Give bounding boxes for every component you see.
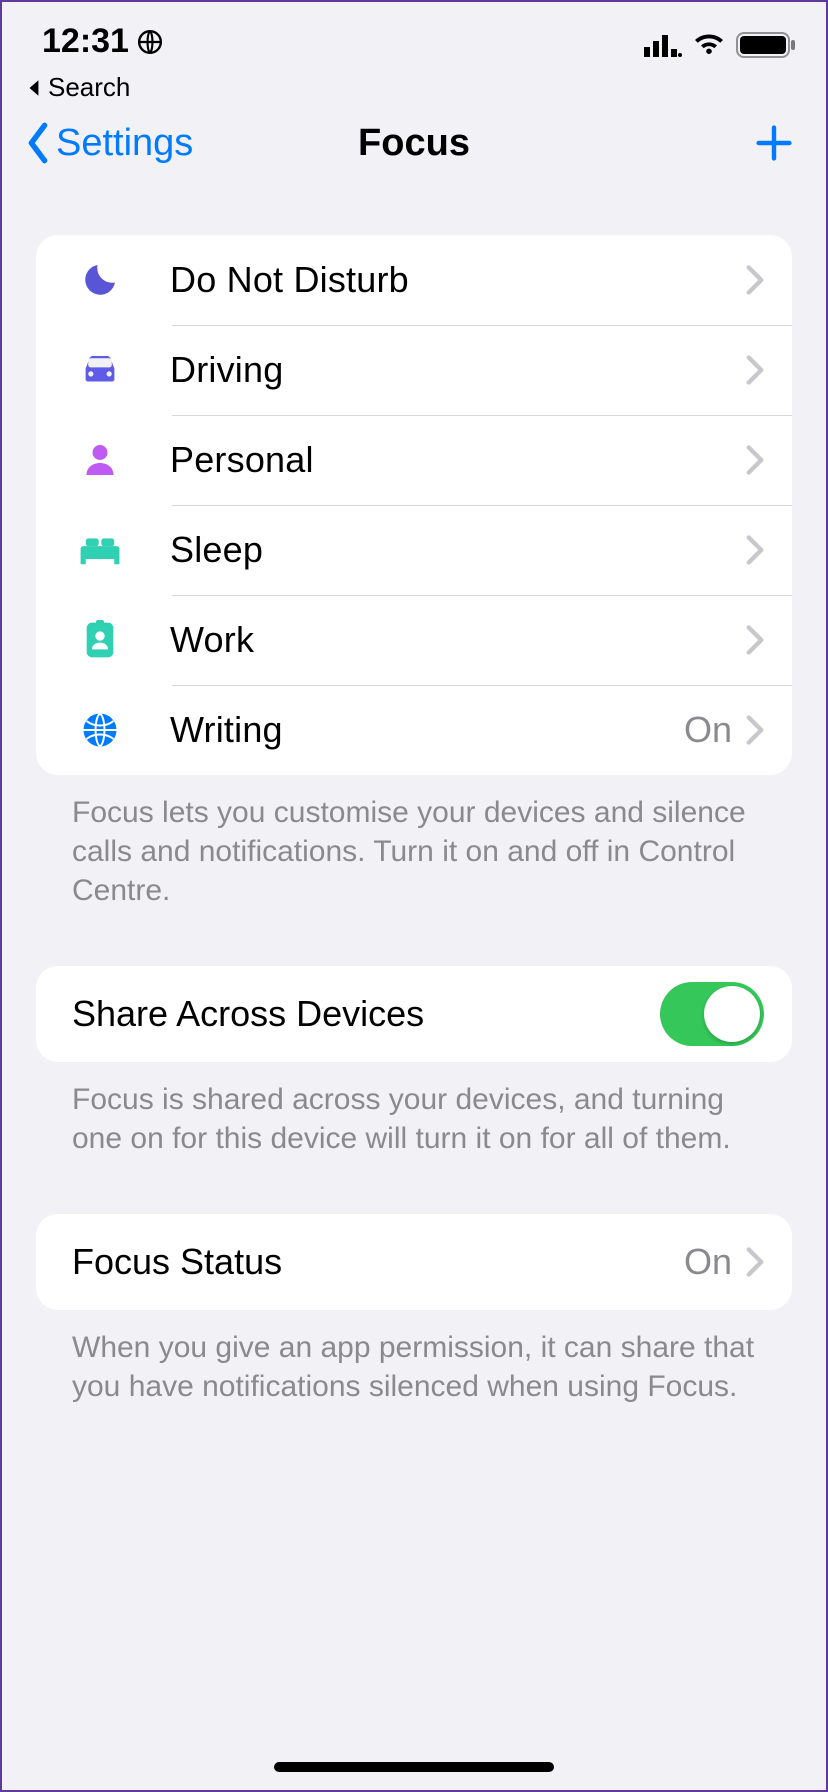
focus-modes-group: Do Not Disturb Driving Personal Sleep Wo… [36, 235, 792, 775]
home-indicator[interactable] [274, 1762, 554, 1772]
focus-row-work[interactable]: Work [36, 595, 792, 685]
cellular-icon [644, 33, 682, 57]
share-toggle[interactable] [660, 982, 764, 1046]
back-button[interactable]: Settings [22, 121, 193, 165]
focus-footer-text: Focus lets you customise your devices an… [72, 793, 776, 910]
navbar: Settings Focus [2, 111, 826, 195]
status-bar: 12:31 [2, 2, 826, 72]
share-footer-text: Focus is shared across your devices, and… [72, 1080, 776, 1158]
row-value: On [684, 709, 732, 751]
wifi-icon [692, 33, 726, 57]
row-label: Work [170, 619, 746, 661]
chevron-right-icon [746, 265, 764, 295]
moon-icon [70, 260, 130, 300]
focus-row-personal[interactable]: Personal [36, 415, 792, 505]
row-label: Driving [170, 349, 746, 391]
row-label: Personal [170, 439, 746, 481]
share-group: Share Across Devices [36, 966, 792, 1062]
chevron-right-icon [746, 625, 764, 655]
car-icon [70, 353, 130, 387]
add-button[interactable] [752, 121, 796, 165]
focus-row-driving[interactable]: Driving [36, 325, 792, 415]
row-label: Sleep [170, 529, 746, 571]
bed-icon [70, 535, 130, 565]
globe-icon [137, 29, 163, 55]
row-label: Writing [170, 709, 684, 751]
back-label: Settings [56, 122, 193, 165]
focus-status-label: Focus Status [72, 1241, 684, 1283]
chevron-right-icon [746, 355, 764, 385]
focus-status-footer-text: When you give an app permission, it can … [72, 1328, 776, 1406]
chevron-right-icon [746, 1247, 764, 1277]
chevron-right-icon [746, 535, 764, 565]
share-label: Share Across Devices [72, 993, 660, 1035]
focus-status-value: On [684, 1241, 732, 1283]
chevron-right-icon [746, 715, 764, 745]
status-time: 12:31 [42, 22, 129, 61]
back-triangle-icon [26, 78, 42, 98]
focus-status-row[interactable]: Focus Status On [36, 1214, 792, 1310]
focus-row-sleep[interactable]: Sleep [36, 505, 792, 595]
focus-row-dnd[interactable]: Do Not Disturb [36, 235, 792, 325]
toggle-knob [704, 986, 760, 1042]
breadcrumb-label: Search [48, 72, 130, 103]
chevron-left-icon [22, 121, 54, 165]
globe-filled-icon [70, 712, 130, 748]
row-label: Do Not Disturb [170, 259, 746, 301]
share-across-devices-row[interactable]: Share Across Devices [36, 966, 792, 1062]
focus-status-group: Focus Status On [36, 1214, 792, 1310]
person-icon [70, 442, 130, 478]
plus-icon [752, 121, 796, 165]
breadcrumb-search[interactable]: Search [2, 72, 826, 111]
badge-icon [70, 620, 130, 660]
chevron-right-icon [746, 445, 764, 475]
focus-row-writing[interactable]: Writing On [36, 685, 792, 775]
battery-icon [736, 32, 796, 58]
